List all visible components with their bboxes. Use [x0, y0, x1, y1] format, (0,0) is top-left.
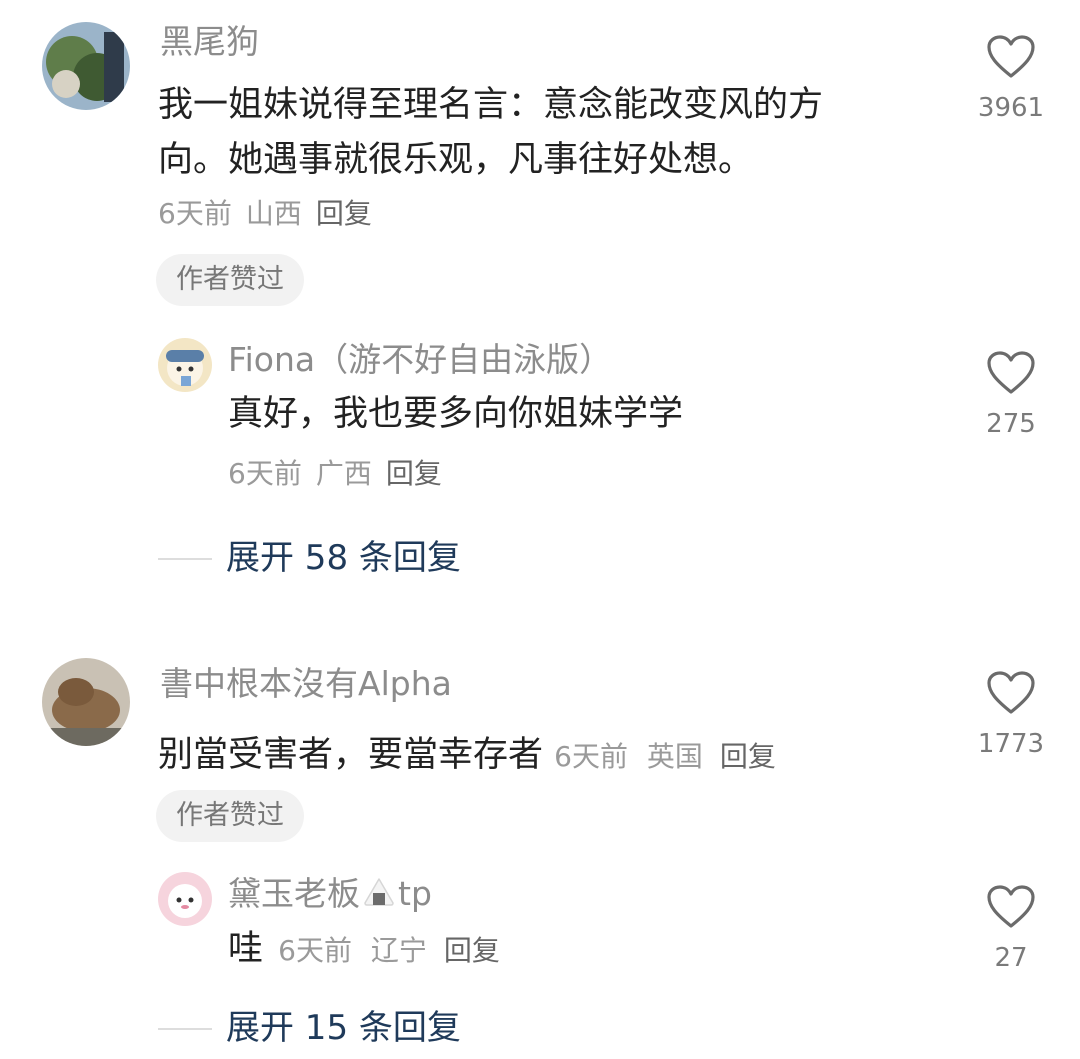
avatar[interactable] — [42, 658, 130, 746]
like-button[interactable]: 27 — [956, 884, 1066, 974]
like-button[interactable]: 1773 — [956, 670, 1066, 760]
reply-button[interactable]: 回复 — [444, 934, 500, 967]
comment-meta: 6天前 山西 回复 — [158, 196, 386, 232]
expand-replies-button[interactable]: 展开 58 条回复 — [226, 536, 461, 580]
location: 山西 — [245, 197, 302, 230]
reply-button[interactable]: 回复 — [386, 457, 442, 490]
reply-button[interactable]: 回复 — [720, 740, 776, 773]
like-count: 1773 — [977, 729, 1045, 759]
username[interactable]: Fiona（游不好自由泳版） — [228, 340, 612, 380]
comment-text: 别當受害者，要當幸存者 — [158, 735, 544, 775]
author-liked-badge: 作者赞过 — [156, 254, 304, 306]
reply-meta: 6天前 广西 回复 — [228, 456, 456, 492]
heart-outline-icon[interactable] — [986, 34, 1036, 80]
avatar[interactable] — [42, 22, 130, 110]
heart-outline-icon[interactable] — [986, 670, 1036, 716]
heart-outline-icon[interactable] — [986, 350, 1036, 396]
like-count: 3961 — [977, 93, 1045, 123]
location: 辽宁 — [370, 934, 427, 967]
comment-text-line: 我一姐妹说得至理名言：意念能改变风的方 — [158, 85, 824, 125]
reply-text-row: 哇 6天前 辽宁 回复 — [228, 922, 500, 978]
comment-text-line: 向。她遇事就很乐观，凡事往好处想。 — [158, 140, 754, 180]
reply-text: 哇 — [228, 929, 264, 969]
divider — [158, 558, 212, 560]
divider — [158, 1028, 212, 1030]
avatar[interactable] — [158, 338, 212, 392]
like-count: 27 — [994, 943, 1028, 973]
like-button[interactable]: 275 — [956, 350, 1066, 440]
comment-text: 我一姐妹说得至理名言：意念能改变风的方 向。她遇事就很乐观，凡事往好处想。 — [158, 78, 918, 188]
location: 英国 — [646, 740, 703, 773]
timestamp: 6天前 — [554, 740, 628, 773]
avatar[interactable] — [158, 872, 212, 926]
username[interactable]: 黛玉老板 tp — [228, 874, 432, 916]
username-text: tp — [398, 874, 432, 913]
username[interactable]: 書中根本沒有Alpha — [160, 664, 452, 704]
comment-meta: 6天前 英国 回复 — [554, 740, 776, 773]
heart-outline-icon[interactable] — [986, 884, 1036, 930]
timestamp: 6天前 — [228, 457, 302, 490]
comment-text-row: 别當受害者，要當幸存者 6天前 英国 回复 — [158, 728, 776, 784]
author-liked-badge: 作者赞过 — [156, 790, 304, 842]
rice-ball-icon — [362, 876, 396, 916]
reply-text: 真好，我也要多向你姐妹学学 — [228, 394, 684, 434]
like-button[interactable]: 3961 — [956, 34, 1066, 124]
username-text: 黛玉老板 — [228, 874, 360, 913]
expand-replies-button[interactable]: 展开 15 条回复 — [226, 1006, 461, 1050]
like-count: 275 — [986, 409, 1036, 439]
location: 广西 — [315, 457, 372, 490]
reply-meta: 6天前 辽宁 回复 — [274, 934, 500, 967]
reply-button[interactable]: 回复 — [316, 197, 372, 230]
timestamp: 6天前 — [278, 934, 352, 967]
timestamp: 6天前 — [158, 197, 232, 230]
username[interactable]: 黑尾狗 — [160, 22, 259, 62]
